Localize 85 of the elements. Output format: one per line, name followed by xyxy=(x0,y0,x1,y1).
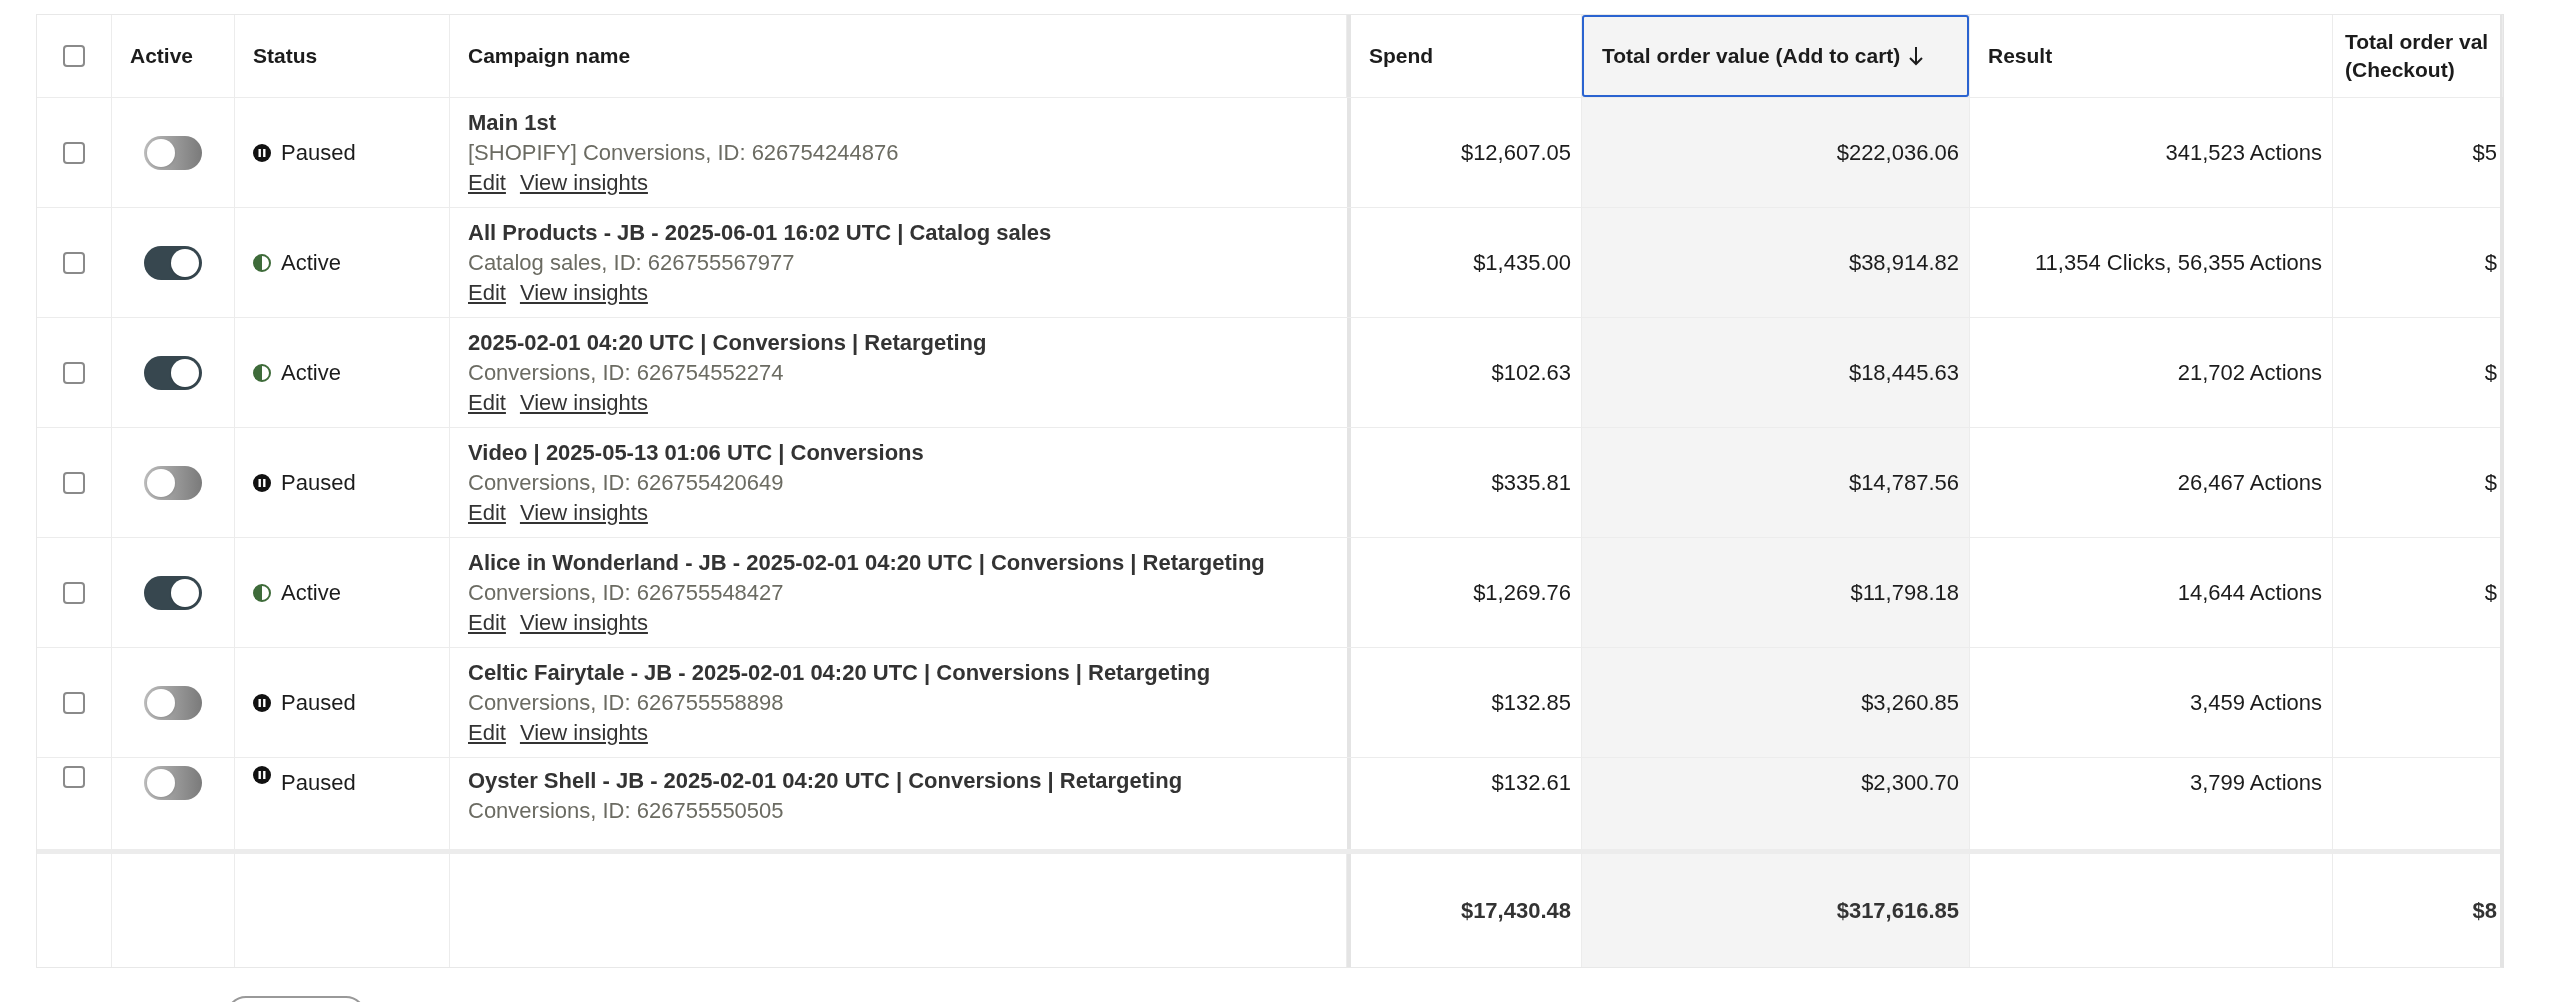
status-label: Paused xyxy=(281,139,356,167)
table-cell-text: $38,914.82 xyxy=(1848,249,1959,277)
toggle-switch[interactable] xyxy=(144,766,202,800)
campaign-details: Conversions, ID: 626755420649 xyxy=(468,468,785,497)
table-link[interactable]: View insights xyxy=(519,497,648,528)
table-cell-text: $11,798.18 xyxy=(1850,579,1959,607)
table-cell-text: $18,445.63 xyxy=(1848,359,1959,387)
table-link[interactable]: Edit xyxy=(468,277,506,308)
toggle-switch[interactable] xyxy=(144,135,202,170)
table-cell-text: $132.85 xyxy=(1491,689,1571,717)
campaign-details: [SHOPIFY] Conversions, ID: 626754244876 xyxy=(468,138,899,167)
table-cell-text: 3,459 Actions xyxy=(2189,689,2322,717)
table-cell-text: $3,260.85 xyxy=(1861,689,1959,717)
table-cell-text: $ xyxy=(2484,359,2497,387)
table-cell-text: 14,644 Actions xyxy=(2177,579,2322,607)
table-cell-text: 3,799 Actions xyxy=(2189,769,2322,797)
table-link[interactable]: View insights xyxy=(519,387,648,418)
table-link[interactable]: View insights xyxy=(519,717,648,748)
column-header[interactable]: Total order value (Add to cart) xyxy=(1582,15,1969,97)
campaign-details: Conversions, ID: 626755550505 xyxy=(468,797,785,825)
table-cell-text: $335.81 xyxy=(1491,469,1571,497)
total-cell-text: $17,430.48 xyxy=(1460,897,1571,925)
table-link[interactable]: View insights xyxy=(519,277,648,308)
status-label: Paused xyxy=(281,469,356,497)
toggle-switch[interactable] xyxy=(144,355,202,390)
table-cell-text: $ xyxy=(2484,469,2497,497)
status-label: Active xyxy=(281,359,341,387)
campaign-name: Video | 2025-05-13 01:06 UTC | Conversions xyxy=(468,438,924,467)
campaign-name: Celtic Fairytale - JB - 2025-02-01 04:20 UTC | Conversions | Retargeting xyxy=(468,658,1211,687)
checkbox[interactable] xyxy=(63,141,85,164)
table-cell-text: 26,467 Actions xyxy=(2177,469,2322,497)
campaign-name: All Products - JB - 2025-06-01 16:02 UTC | Catalog sales xyxy=(468,218,1052,247)
campaign-details: Conversions, ID: 626755548427 xyxy=(468,578,785,607)
checkbox[interactable] xyxy=(63,766,85,788)
campaign-details: Catalog sales, ID: 626755567977 xyxy=(468,248,796,277)
column-header[interactable]: Result xyxy=(1970,15,2332,97)
status-label: Paused xyxy=(281,769,356,797)
campaign-name: Main 1st xyxy=(468,108,558,137)
campaign-name: 2025-02-01 04:20 UTC | Conversions | Retargeting xyxy=(468,328,987,357)
table-cell-text: 11,354 Clicks, 56,355 Actions xyxy=(2035,249,2322,277)
checkbox[interactable] xyxy=(63,251,85,274)
table-cell-text: $1,435.00 xyxy=(1473,249,1571,277)
checkbox[interactable] xyxy=(63,581,85,604)
checkbox[interactable] xyxy=(63,361,85,384)
checkbox[interactable] xyxy=(63,45,85,67)
total-cell-text: $8 xyxy=(2472,897,2497,925)
checkbox[interactable] xyxy=(63,471,85,494)
table-cell-text: $ xyxy=(2484,579,2497,607)
table-link[interactable]: Edit xyxy=(468,717,506,748)
table-cell-text: 21,702 Actions xyxy=(2177,359,2322,387)
table-link[interactable]: View insights xyxy=(519,167,648,198)
table-cell-text: $1,269.76 xyxy=(1473,579,1571,607)
column-header[interactable]: Campaign name xyxy=(450,15,1346,97)
column-header[interactable]: Status xyxy=(235,15,449,97)
table-cell-text: $12,607.05 xyxy=(1460,139,1571,167)
table-link[interactable]: Edit xyxy=(468,387,506,418)
table-cell-text: 341,523 Actions xyxy=(2165,139,2322,167)
toggle-switch[interactable] xyxy=(144,245,202,280)
campaign-name: Oyster Shell - JB - 2025-02-01 04:20 UTC | Conversions | Retargeting xyxy=(468,767,1183,795)
toggle-switch[interactable] xyxy=(144,685,202,720)
table-link[interactable]: Edit xyxy=(468,607,506,638)
table-cell-text: $ xyxy=(2484,249,2497,277)
column-header[interactable]: Active xyxy=(112,15,234,97)
table-cell-text: $102.63 xyxy=(1491,359,1571,387)
campaign-details: Conversions, ID: 626754552274 xyxy=(468,358,785,387)
table-cell-text: $222,036.06 xyxy=(1836,139,1959,167)
total-cell-text: $317,616.85 xyxy=(1836,897,1959,925)
table-cell-text: $2,300.70 xyxy=(1861,769,1959,797)
table-cell-text: $14,787.56 xyxy=(1848,469,1959,497)
table-link[interactable]: Edit xyxy=(468,497,506,528)
status-label: Active xyxy=(281,249,341,277)
table-cell-text: $5 xyxy=(2472,139,2497,167)
campaign-name: Alice in Wonderland - JB - 2025-02-01 04:20 UTC | Conversions | Retargeting xyxy=(468,548,1265,577)
toggle-switch[interactable] xyxy=(144,465,202,500)
sort-down-arrow-icon xyxy=(1908,45,1925,67)
toggle-switch[interactable] xyxy=(144,575,202,610)
table-cell-text: $132.61 xyxy=(1491,769,1571,797)
column-header[interactable]: Total order val (Checkout) xyxy=(2333,15,2502,97)
checkbox[interactable] xyxy=(63,691,85,714)
table-link[interactable]: Edit xyxy=(468,167,506,198)
table-link[interactable]: View insights xyxy=(519,607,648,638)
column-header[interactable]: Spend xyxy=(1351,15,1581,97)
status-label: Active xyxy=(281,579,341,607)
campaign-details: Conversions, ID: 626755558898 xyxy=(468,688,785,717)
status-label: Paused xyxy=(281,689,356,717)
